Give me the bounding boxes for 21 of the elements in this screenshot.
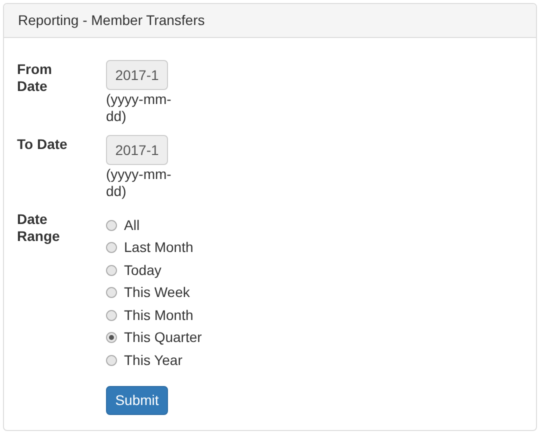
format-hint: (yyyy-mm-dd) — [106, 166, 172, 200]
radio-option[interactable]: This Week — [106, 282, 202, 304]
radio-button[interactable] — [106, 220, 117, 231]
radio-button[interactable] — [106, 332, 117, 344]
panel-title: Reporting - Member Transfers — [18, 11, 205, 30]
radio-button[interactable] — [106, 354, 117, 366]
radio-option[interactable]: Last Month — [106, 236, 202, 259]
radio-option[interactable]: Today — [106, 259, 202, 282]
format-hint: (yyyy-mm-dd) — [106, 91, 172, 125]
radio-option[interactable]: This Month — [106, 304, 202, 326]
radio-button[interactable] — [106, 242, 117, 254]
radio-option[interactable]: This Year — [106, 349, 202, 372]
radio-option[interactable]: All — [106, 214, 202, 236]
radio-option[interactable]: This Quarter — [106, 326, 202, 349]
radio-button[interactable] — [106, 287, 117, 298]
field-label: To Date — [17, 135, 68, 153]
field-label: From Date — [17, 60, 53, 95]
radio-button[interactable] — [106, 264, 117, 276]
submit-button[interactable]: Submit — [106, 386, 168, 414]
field-label: Date Range — [17, 210, 61, 245]
radio-button[interactable] — [106, 310, 117, 321]
